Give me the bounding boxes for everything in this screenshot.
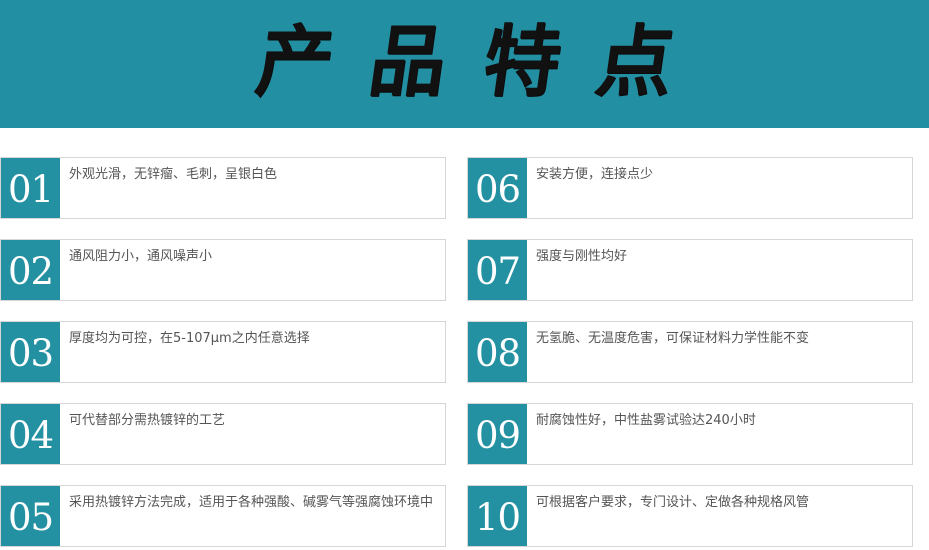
feature-number: 02: [1, 240, 60, 300]
feature-text: 厚度均为可控，在5-107μm之内任意选择: [69, 331, 310, 346]
feature-card: 05 采用热镀锌方法完成，适用于各种强酸、碱雾气等强腐蚀环境中: [0, 485, 446, 547]
feature-number: 01: [1, 158, 60, 218]
feature-card: 04 可代替部分需热镀锌的工艺: [0, 403, 446, 465]
title-char: 特: [477, 16, 567, 107]
feature-text: 通风阻力小，通风噪声小: [69, 249, 213, 264]
feature-text: 可代替部分需热镀锌的工艺: [69, 413, 226, 428]
feature-text: 采用热镀锌方法完成，适用于各种强酸、碱雾气等强腐蚀环境中: [69, 495, 434, 510]
feature-text: 耐腐蚀性好，中性盐雾试验达240小时: [536, 413, 756, 428]
feature-number: 09: [468, 404, 527, 464]
feature-number: 07: [468, 240, 527, 300]
feature-number: 03: [1, 322, 60, 382]
title-char: 产: [250, 16, 340, 107]
feature-card: 10 可根据客户要求，专门设计、定做各种规格风管: [467, 485, 913, 547]
feature-text: 强度与刚性均好: [536, 249, 628, 264]
feature-number: 04: [1, 404, 60, 464]
title-char: 点: [590, 16, 680, 107]
feature-card: 08 无氢脆、无温度危害，可保证材料力学性能不变: [467, 321, 913, 383]
feature-text: 安装方便，连接点少: [536, 167, 654, 182]
feature-card: 07 强度与刚性均好: [467, 239, 913, 301]
title-char: 品: [364, 16, 453, 107]
feature-text: 外观光滑，无锌瘤、毛刺，呈银白色: [69, 167, 278, 182]
page: 产 品 特 点 01 外观光滑，无锌瘤、毛刺，呈银白色 02 通风阻力小，通风噪…: [0, 0, 929, 550]
feature-card: 02 通风阻力小，通风噪声小: [0, 239, 446, 301]
feature-card: 09 耐腐蚀性好，中性盐雾试验达240小时: [467, 403, 913, 465]
feature-number: 10: [468, 486, 527, 546]
feature-text: 可根据客户要求，专门设计、定做各种规格风管: [536, 495, 810, 510]
feature-number: 05: [1, 486, 60, 546]
feature-number: 08: [468, 322, 527, 382]
feature-card: 01 外观光滑，无锌瘤、毛刺，呈银白色: [0, 157, 446, 219]
feature-card: 06 安装方便，连接点少: [467, 157, 913, 219]
feature-card: 03 厚度均为可控，在5-107μm之内任意选择: [0, 321, 446, 383]
page-title: 产 品 特 点: [245, 12, 685, 112]
feature-number: 06: [468, 158, 527, 218]
feature-text: 无氢脆、无温度危害，可保证材料力学性能不变: [536, 331, 810, 346]
header-banner: 产 品 特 点: [0, 0, 929, 128]
